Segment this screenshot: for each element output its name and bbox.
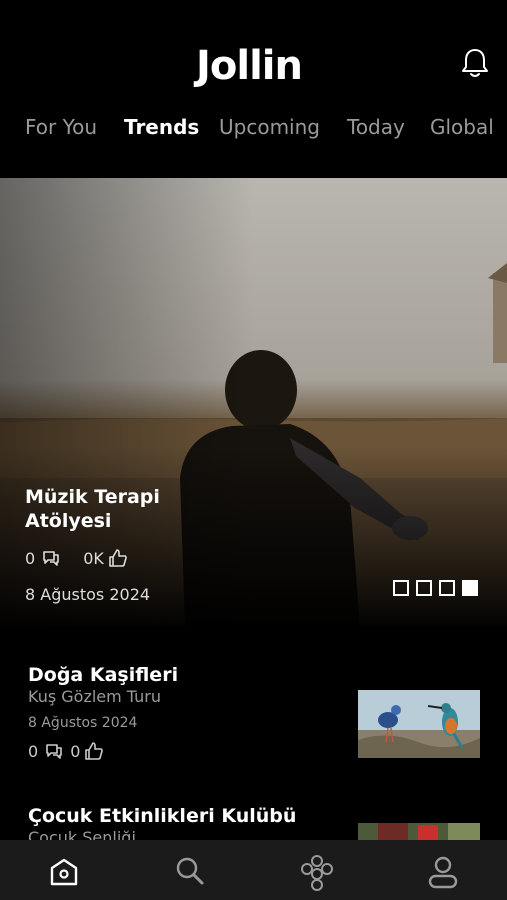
tab-for-you[interactable]: For You: [25, 112, 97, 142]
event-title: Çocuk Etkinlikleri Kulübü: [28, 805, 297, 827]
search-icon[interactable]: [170, 852, 210, 892]
tab-trends[interactable]: Trends: [124, 112, 199, 142]
category-tabs: For You Trends Upcoming Today Global: [0, 112, 507, 144]
featured-event-title: Müzik Terapi Atölyesi: [25, 486, 160, 532]
featured-event-card[interactable]: Müzik Terapi Atölyesi 0 0K 8 Ağustos 202…: [0, 178, 507, 625]
tab-today[interactable]: Today: [347, 112, 405, 142]
pager-dot[interactable]: [439, 580, 455, 596]
like-count: 0K: [83, 548, 104, 568]
tab-global[interactable]: Global: [430, 112, 494, 142]
comment-count: 0: [25, 548, 36, 568]
bell-icon[interactable]: [460, 46, 490, 80]
event-date: 8 Ağustos 2024: [28, 715, 138, 731]
comment-count: 0: [28, 741, 39, 761]
comment-icon[interactable]: [41, 548, 61, 568]
like-count: 0: [70, 741, 81, 761]
pager-dot[interactable]: [393, 580, 409, 596]
profile-icon[interactable]: [423, 852, 463, 892]
event-stats: 0 0: [28, 741, 104, 761]
pager-dot-active[interactable]: [462, 580, 478, 596]
carousel-pager: [393, 580, 478, 596]
event-subtitle: Kuş Gözlem Turu: [28, 687, 162, 706]
thumbs-up-icon[interactable]: [84, 741, 104, 761]
community-icon[interactable]: [297, 852, 337, 892]
comment-icon[interactable]: [44, 741, 64, 761]
home-icon[interactable]: [44, 852, 84, 892]
event-thumbnail: [358, 823, 480, 840]
event-title: Doğa Kaşifleri: [28, 664, 179, 686]
thumbs-up-icon[interactable]: [108, 548, 128, 568]
app-logo: Jollin: [196, 43, 303, 89]
tab-upcoming[interactable]: Upcoming: [219, 112, 320, 142]
featured-event-date: 8 Ağustos 2024: [25, 585, 151, 604]
bottom-navigation: [0, 840, 507, 900]
event-thumbnail: [358, 690, 480, 758]
pager-dot[interactable]: [416, 580, 432, 596]
app-header: Jollin For You Trends Upcoming Today Glo…: [0, 0, 507, 178]
featured-event-stats: 0 0K: [25, 548, 128, 568]
